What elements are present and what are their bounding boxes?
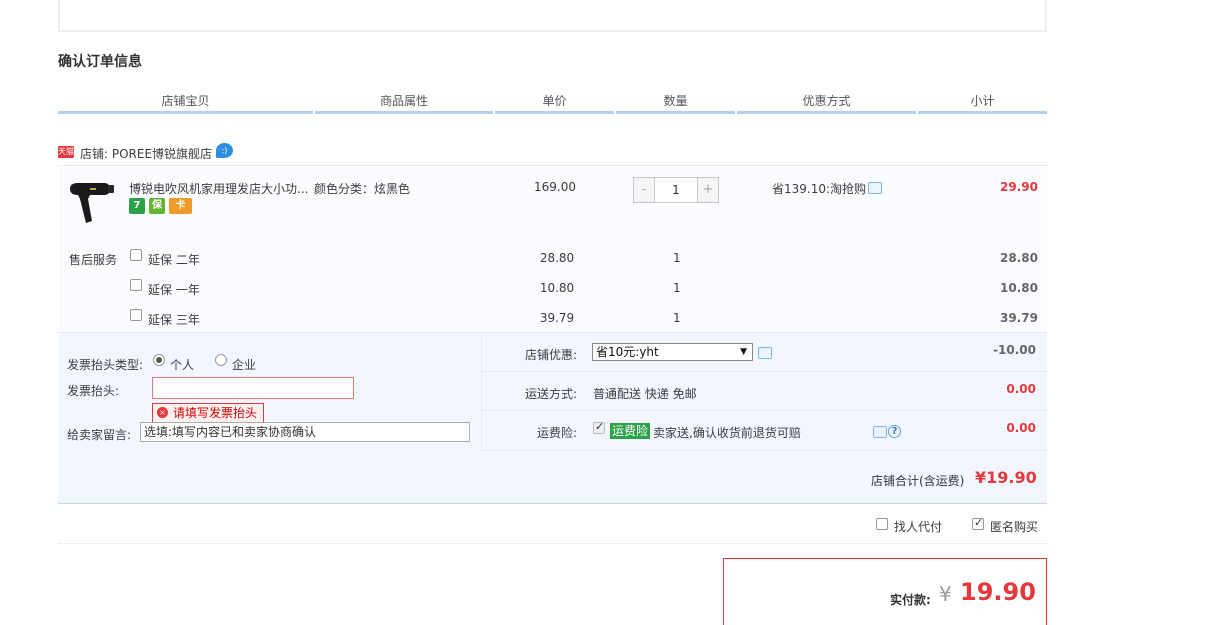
shop-name-link[interactable]: 店铺: POREE博锐旗舰店 — [80, 145, 212, 162]
discount-text: 省139.10:淘抢购 — [772, 182, 867, 196]
shipping-method: 普通配送 快递 免邮 — [593, 387, 697, 401]
invoice-title-label: 发票抬头: — [67, 384, 120, 398]
invoice-error-message: 请填写发票抬头 — [152, 403, 265, 423]
warranty-1y-qty: 1 — [673, 281, 681, 295]
column-header-subtotal: 小计 — [918, 92, 1047, 114]
guarantee-icon[interactable]: 保 — [149, 198, 165, 214]
product-title-link[interactable]: 博锐电吹风机家用理发店大小功... — [129, 180, 309, 197]
shop-total-label: 店铺合计(含运费) — [871, 474, 965, 488]
warranty-3y-label: 延保 三年 — [148, 313, 200, 327]
column-header-attributes: 商品属性 — [315, 92, 493, 114]
currency-symbol: ¥ — [939, 582, 952, 606]
shop-discount-select[interactable]: 省10元:yht ▼ — [592, 343, 753, 361]
invoice-type-label: 发票抬头类型: — [67, 358, 144, 372]
shop-discount-amount: -10.00 — [993, 343, 1036, 357]
shop-total-value: ¥19.90 — [975, 468, 1037, 487]
warranty-1y-subtotal: 10.80 — [1000, 281, 1038, 295]
invoice-personal-label: 个人 — [170, 358, 195, 372]
insurance-tag: 运费险 — [610, 423, 651, 439]
divider — [58, 543, 1047, 544]
discount-tip-icon[interactable] — [758, 347, 772, 359]
payment-amount: 19.90 — [960, 578, 1036, 606]
invoice-title-input[interactable] — [152, 377, 354, 399]
dropdown-arrow-icon: ▼ — [740, 347, 747, 357]
column-header-discount: 优惠方式 — [737, 92, 916, 114]
warranty-2y-qty: 1 — [673, 251, 681, 265]
seven-day-return-icon[interactable]: 7 — [129, 198, 145, 214]
warranty-2y-subtotal: 28.80 — [1000, 251, 1038, 265]
warranty-2y-price: 28.80 — [539, 251, 575, 265]
product-thumbnail[interactable] — [66, 175, 118, 227]
anonymous-checkbox[interactable] — [972, 516, 984, 530]
chat-icon[interactable]: :) — [216, 143, 233, 158]
shipping-label: 运送方式: — [525, 387, 578, 401]
panel-divider — [481, 333, 482, 451]
shop-discount-label: 店铺优惠: — [525, 348, 578, 362]
anonymous-label: 匿名购买 — [990, 520, 1039, 534]
seller-message-input[interactable]: 选填:填写内容已和卖家协商确认 — [140, 422, 470, 442]
column-header-item: 店铺宝贝 — [58, 92, 313, 114]
insurance-text: 卖家送,确认收货前退货可赔 — [653, 426, 801, 440]
shipping-amount: 0.00 — [1006, 382, 1036, 396]
warranty-3y-price: 39.79 — [539, 311, 575, 325]
section-title: 确认订单信息 — [58, 54, 142, 70]
credit-card-icon[interactable]: 卡 — [169, 198, 192, 214]
quantity-input[interactable]: 1 — [655, 178, 697, 202]
column-header-unit-price: 单价 — [495, 92, 614, 114]
error-icon: × — [157, 407, 168, 418]
insurance-checkbox[interactable] — [593, 420, 605, 434]
warranty-1y-price: 10.80 — [539, 281, 575, 295]
warranty-2y-checkbox[interactable] — [130, 249, 142, 261]
warranty-3y-subtotal: 39.79 — [1000, 311, 1038, 325]
invoice-personal-radio[interactable] — [153, 354, 165, 366]
row-divider — [482, 410, 1047, 411]
tmall-icon: 天猫 — [58, 146, 74, 158]
help-icon[interactable]: ? — [888, 425, 901, 438]
after-sales-label: 售后服务 — [69, 253, 118, 267]
row-divider — [482, 450, 1047, 451]
warranty-1y-label: 延保 一年 — [148, 283, 200, 297]
product-attribute: 颜色分类：炫黑色 — [314, 182, 411, 196]
row-divider — [482, 371, 1047, 372]
previous-section-box — [58, 0, 1047, 32]
insurance-amount: 0.00 — [1006, 421, 1036, 435]
insurance-tip-icon[interactable] — [873, 426, 887, 438]
item-subtotal: 29.90 — [1000, 180, 1038, 194]
increase-quantity-button[interactable]: + — [697, 178, 718, 202]
insurance-label: 运费险: — [537, 426, 578, 440]
column-header-quantity: 数量 — [616, 92, 735, 114]
message-label: 给卖家留言: — [67, 428, 132, 442]
unit-price: 169.00 — [534, 180, 576, 194]
warranty-2y-label: 延保 二年 — [148, 253, 200, 267]
payment-label: 实付款: — [890, 593, 931, 607]
warranty-3y-checkbox[interactable] — [130, 309, 142, 321]
decrease-quantity-button[interactable]: - — [634, 178, 655, 202]
shop-discount-selected: 省10元:yht — [596, 345, 659, 359]
invoice-company-label: 企业 — [232, 358, 257, 372]
warranty-1y-checkbox[interactable] — [130, 279, 142, 291]
invoice-company-radio[interactable] — [215, 354, 227, 366]
proxy-pay-label: 找人代付 — [894, 520, 943, 534]
proxy-pay-checkbox[interactable] — [876, 518, 888, 530]
warranty-3y-qty: 1 — [673, 311, 681, 325]
discount-tip-icon[interactable] — [868, 182, 882, 194]
quantity-stepper: - 1 + — [633, 177, 719, 203]
